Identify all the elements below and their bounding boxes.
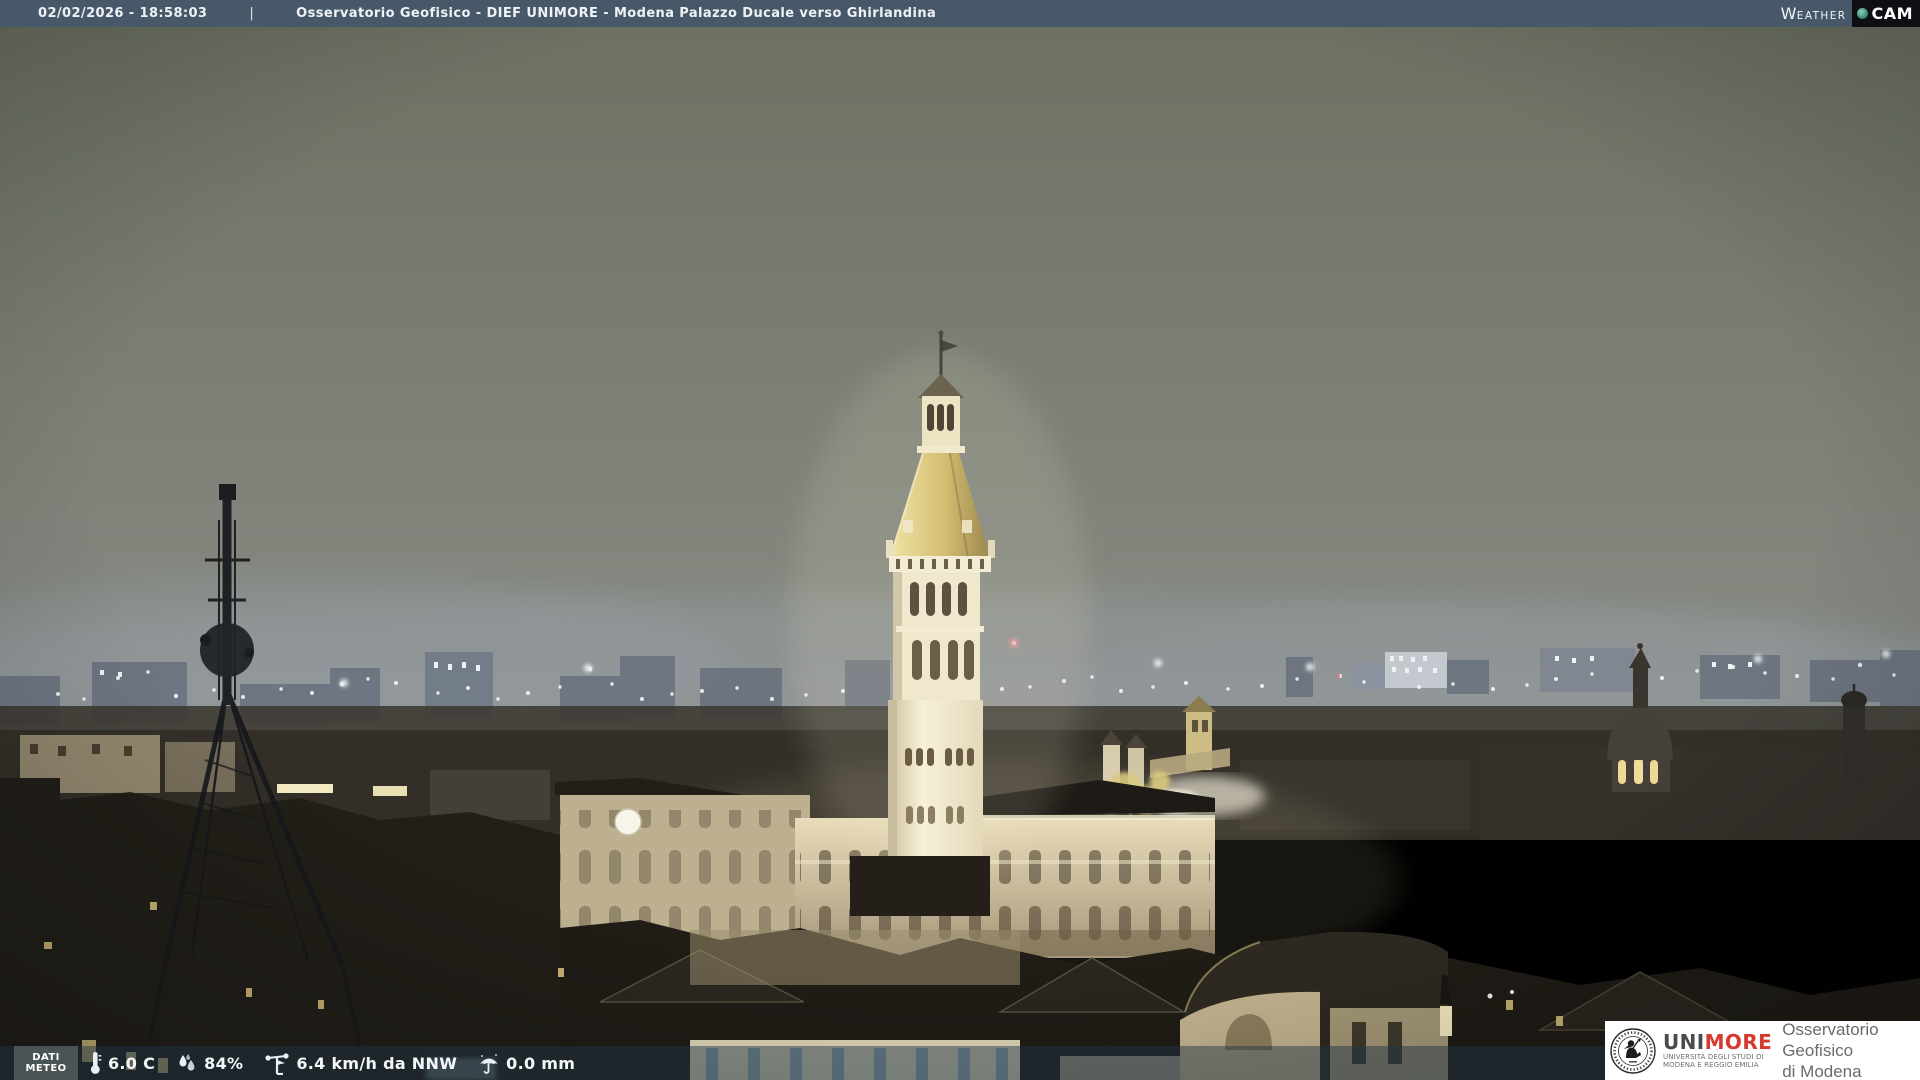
humidity-reading: 84% bbox=[176, 1052, 243, 1074]
wind-vane-icon bbox=[264, 1051, 290, 1075]
umbrella-icon bbox=[478, 1052, 500, 1075]
observatory-name: Osservatorio Geofisico di Modena bbox=[1782, 1019, 1920, 1080]
rain-reading: 0.0 mm bbox=[478, 1052, 575, 1075]
unimore-seal-icon bbox=[1610, 1028, 1656, 1074]
weathercam-globe-icon bbox=[1857, 8, 1868, 19]
weather-data-label: DATI METEO bbox=[14, 1046, 78, 1080]
weathercam-cam-box: CAM bbox=[1852, 0, 1920, 27]
weathercam-logo: WEATHER CAM bbox=[1781, 0, 1920, 27]
timestamp: 02/02/2026 - 18:58:03 bbox=[38, 6, 207, 21]
unimore-subtitle: UNIVERSITÀ DEGLI STUDI DI MODENA E REGGI… bbox=[1663, 1054, 1772, 1069]
separator: | bbox=[249, 6, 254, 21]
webcam-photo-modena-night bbox=[0, 0, 1920, 1080]
wind-reading: 6.4 km/h da NNW bbox=[264, 1051, 457, 1075]
humidity-drops-icon bbox=[176, 1052, 198, 1074]
header-bar: 02/02/2026 - 18:58:03 | Osservatorio Geo… bbox=[0, 0, 1920, 27]
page-title: Osservatorio Geofisico - DIEF UNIMORE - … bbox=[296, 6, 936, 21]
thermometer-icon bbox=[88, 1051, 102, 1075]
temperature-reading: 6.0 C bbox=[88, 1051, 155, 1075]
unimore-logo-box: UNIMORE UNIVERSITÀ DEGLI STUDI DI MODENA… bbox=[1605, 1021, 1920, 1080]
unimore-wordmark: UNIMORE UNIVERSITÀ DEGLI STUDI DI MODENA… bbox=[1663, 1032, 1772, 1069]
weathercam-weather-text: WEATHER bbox=[1781, 4, 1847, 23]
webcam-page: 02/02/2026 - 18:58:03 | Osservatorio Geo… bbox=[0, 0, 1920, 1080]
